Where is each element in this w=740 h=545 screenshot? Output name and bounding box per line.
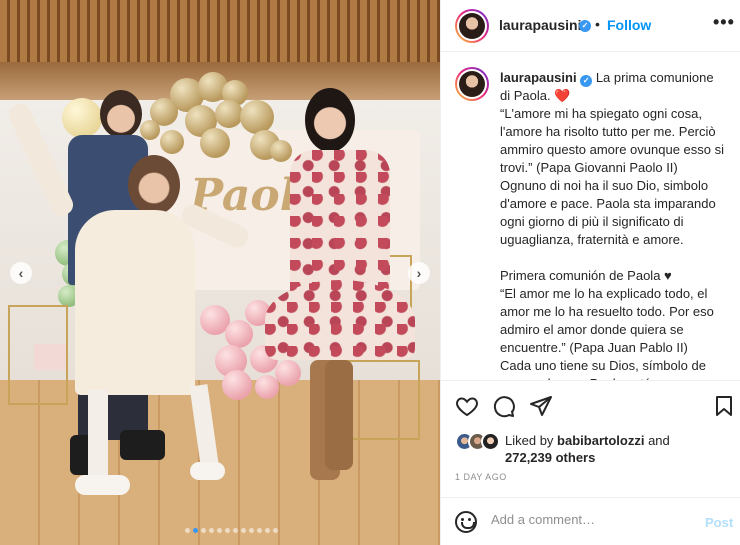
caption-paragraph: Cada uno tiene su Dios, símbolo de amor … bbox=[500, 358, 706, 380]
post-photo[interactable]: Paola ‹ › bbox=[0, 0, 440, 545]
carousel-dot bbox=[193, 528, 198, 533]
carousel-dot bbox=[209, 528, 214, 533]
smiley-icon[interactable] bbox=[455, 511, 477, 533]
caption-text: laurapausini ✓ La prima comunione di Pao… bbox=[500, 69, 725, 380]
balloon bbox=[62, 98, 102, 138]
post-timestamp[interactable]: 1 DAY AGO bbox=[455, 472, 507, 482]
share-icon[interactable] bbox=[529, 394, 553, 418]
post-side-panel: laurapausini ✓ • Follow ••• laurapausini… bbox=[440, 0, 740, 545]
likes-prefix: Liked by bbox=[505, 433, 554, 448]
balloon bbox=[200, 128, 230, 158]
carousel-dot bbox=[265, 528, 270, 533]
post-header: laurapausini ✓ • Follow ••• bbox=[441, 0, 740, 52]
carousel-dot bbox=[249, 528, 254, 533]
balloon bbox=[160, 130, 184, 154]
carousel-next-button[interactable]: › bbox=[408, 262, 430, 284]
carousel-dot bbox=[257, 528, 262, 533]
carousel-dot bbox=[185, 528, 190, 533]
photo-ceiling bbox=[0, 0, 440, 70]
caption-area: laurapausini ✓ La prima comunione di Pao… bbox=[441, 53, 740, 380]
caption-avatar[interactable] bbox=[455, 67, 489, 101]
balloon bbox=[225, 320, 253, 348]
follow-button[interactable]: Follow bbox=[607, 17, 651, 33]
caption-paragraph: “L'amore mi ha spiegato ogni cosa, l'amo… bbox=[500, 106, 725, 175]
post-actions bbox=[441, 380, 740, 430]
carousel-dot bbox=[273, 528, 278, 533]
avatar-image bbox=[459, 13, 485, 39]
carousel-prev-button[interactable]: ‹ bbox=[10, 262, 32, 284]
likes-count-link[interactable]: 272,239 others bbox=[505, 450, 595, 465]
comment-icon[interactable] bbox=[492, 394, 516, 418]
balloon bbox=[240, 100, 274, 134]
balloon bbox=[275, 360, 301, 386]
caption-username[interactable]: laurapausini bbox=[500, 70, 577, 85]
likes-summary: Liked by babibartolozzi and 272,239 othe… bbox=[441, 428, 740, 468]
more-options-icon[interactable]: ••• bbox=[713, 12, 735, 33]
caption-paragraph: Ognuno di noi ha il suo Dio, simbolo d'a… bbox=[500, 178, 716, 247]
carousel-dot bbox=[233, 528, 238, 533]
likes-text: Liked by babibartolozzi and 272,239 othe… bbox=[505, 432, 735, 466]
gift-box bbox=[34, 344, 66, 370]
caption-paragraph-title: Primera comunión de Paola bbox=[500, 268, 661, 283]
balloon bbox=[255, 375, 279, 399]
heart-icon[interactable] bbox=[455, 394, 479, 418]
red-heart-icon: ❤️ bbox=[554, 88, 571, 103]
avatar bbox=[481, 432, 500, 451]
header-username[interactable]: laurapausini bbox=[499, 17, 581, 33]
balloon bbox=[222, 370, 252, 400]
verified-badge-icon: ✓ bbox=[580, 75, 593, 87]
carousel-dot bbox=[217, 528, 222, 533]
avatar-image bbox=[459, 71, 485, 97]
black-heart-icon: ♥ bbox=[664, 268, 672, 283]
balloon bbox=[215, 100, 243, 128]
balloon bbox=[270, 140, 292, 162]
liked-by-user-link[interactable]: babibartolozzi bbox=[557, 433, 644, 448]
liker-avatars bbox=[455, 432, 501, 452]
carousel-indicator bbox=[185, 528, 278, 533]
likes-and: and bbox=[648, 433, 670, 448]
post-comment-button[interactable]: Post bbox=[705, 515, 733, 530]
avatar[interactable] bbox=[455, 9, 489, 43]
header-separator: • bbox=[595, 16, 600, 32]
verified-badge-icon: ✓ bbox=[579, 20, 591, 32]
bookmark-icon[interactable] bbox=[712, 394, 736, 418]
comment-bar: Post bbox=[441, 497, 740, 545]
caption-paragraph: “El amor me lo ha explicado todo, el amo… bbox=[500, 286, 714, 355]
comment-input[interactable] bbox=[491, 512, 691, 527]
balloon bbox=[140, 120, 160, 140]
carousel-dot bbox=[201, 528, 206, 533]
carousel-dot bbox=[241, 528, 246, 533]
carousel-dot bbox=[225, 528, 230, 533]
